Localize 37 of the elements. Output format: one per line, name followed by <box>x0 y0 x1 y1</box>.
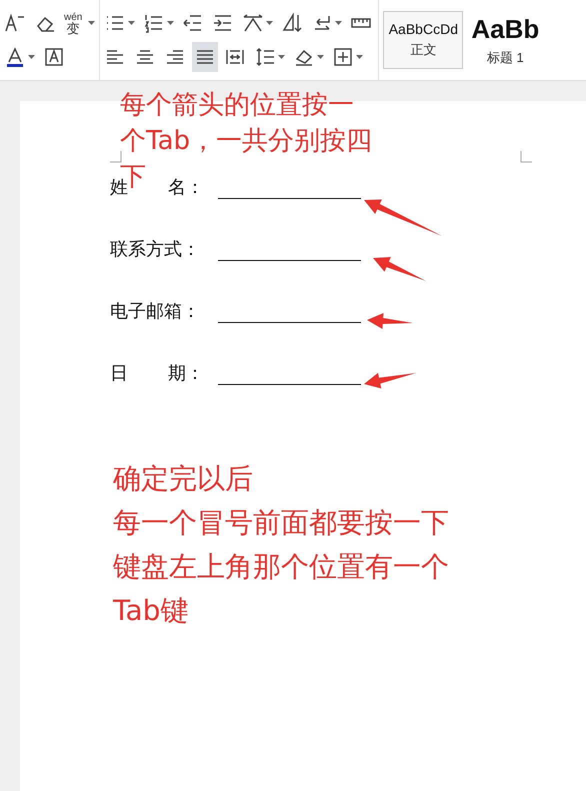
sort-icon <box>281 13 304 33</box>
caret-icon <box>88 21 96 25</box>
field-label: 联系方式： <box>110 238 200 261</box>
caret-icon <box>128 21 136 25</box>
annotation-text: 个Tab，一共分别按四 <box>120 125 372 158</box>
borders-icon <box>332 47 354 67</box>
distribute-icon <box>224 47 246 67</box>
caret-icon <box>335 21 342 25</box>
field-label: 日 <box>110 362 128 385</box>
annotation-text: 每一个冒号前面都要按一下 <box>113 505 449 541</box>
field-label: 名： <box>168 176 204 199</box>
phonetic-guide-button[interactable]: wén 变 <box>62 12 84 34</box>
align-button[interactable] <box>192 42 218 72</box>
crop-mark-icon <box>520 151 532 163</box>
line-spacing-icon <box>254 47 276 67</box>
style-preset[interactable]: AaBbCcDd 正文 <box>383 11 464 69</box>
annotation-text: 确定完以后 <box>113 461 253 497</box>
annotation-text: Tab键 <box>113 593 188 629</box>
field-label: 电子邮箱： <box>110 300 200 323</box>
arrow-icon <box>367 313 413 330</box>
arrow-icon <box>364 372 416 389</box>
arrow-icon <box>373 257 426 281</box>
caret-icon <box>28 55 35 59</box>
field-label: 期： <box>168 362 204 385</box>
crop-mark-icon <box>110 151 122 163</box>
font-color-icon <box>4 47 26 67</box>
font-shrink-icon <box>4 13 26 33</box>
caret-icon <box>317 55 324 59</box>
annotation-text: 每个箭头的位置按一 <box>120 89 354 122</box>
arrow-icon <box>364 199 442 236</box>
annotation-text: 键盘左上角那个位置有一个 <box>113 549 449 585</box>
caret-icon <box>266 21 274 25</box>
text-direction-icon <box>242 13 264 33</box>
character-border-icon <box>43 47 65 67</box>
caret-icon <box>278 55 286 59</box>
caret-icon <box>167 21 174 25</box>
caret-icon <box>356 55 364 59</box>
